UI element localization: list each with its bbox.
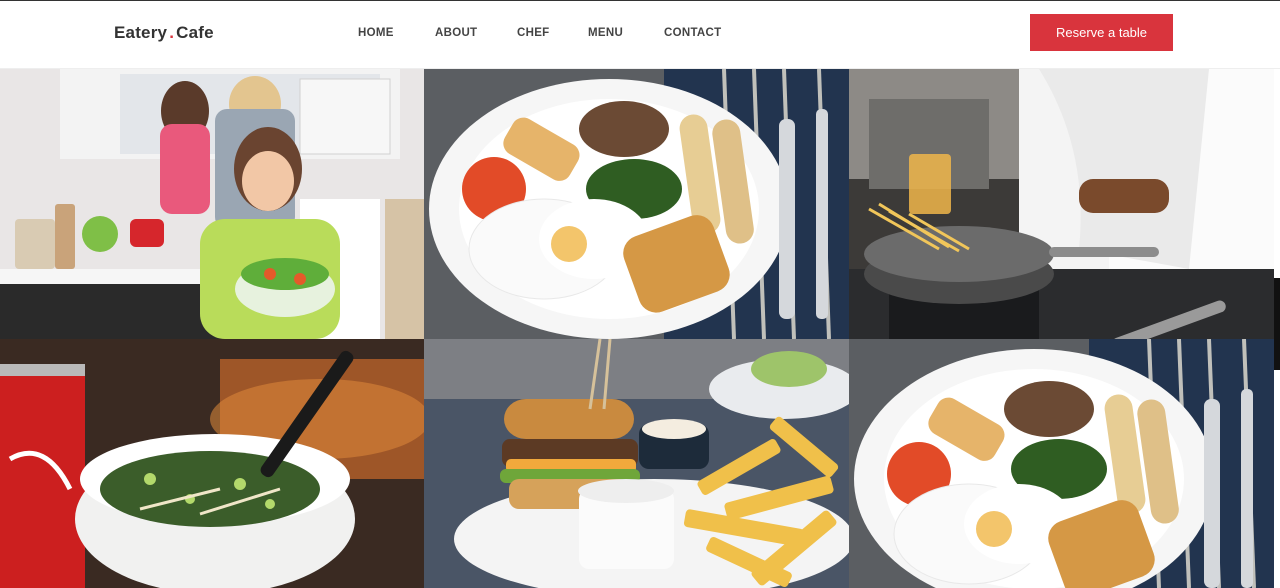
navbar: Eatery. Cafe HOME ABOUT CHEF MENU CONTACT… [0,1,1280,69]
breakfast-plate-image [424,69,849,339]
family-kitchen-image [0,69,424,339]
burger-fries-image [424,339,849,588]
brand-logo[interactable]: Eatery. Cafe [114,23,214,43]
chef-cooking-image [849,69,1274,339]
reserve-table-button[interactable]: Reserve a table [1030,14,1173,51]
breakfast-plate-image-2 [849,339,1274,588]
nav-about-link[interactable]: ABOUT [435,27,477,39]
photo-gallery [0,69,1274,588]
nav-menu-link[interactable]: MENU [588,27,623,39]
nav-home-link[interactable]: HOME [358,27,394,39]
gallery-photo-noodle-soup[interactable] [0,339,424,588]
gallery-photo-family-kitchen[interactable] [0,69,424,339]
gallery-photo-burger-fries[interactable] [424,339,849,588]
scrollbar-edge[interactable] [1274,278,1280,370]
brand-name-part1: Eatery [114,23,168,42]
brand-dot: . [169,23,175,42]
nav-contact-link[interactable]: CONTACT [664,27,721,39]
noodle-soup-image [0,339,424,588]
nav-chef-link[interactable]: CHEF [517,27,550,39]
gallery-photo-breakfast-plate[interactable] [424,69,849,339]
brand-name-part2: Cafe [176,23,214,42]
gallery-photo-breakfast-plate-2[interactable] [849,339,1274,588]
gallery-photo-chef-cooking[interactable] [849,69,1274,339]
